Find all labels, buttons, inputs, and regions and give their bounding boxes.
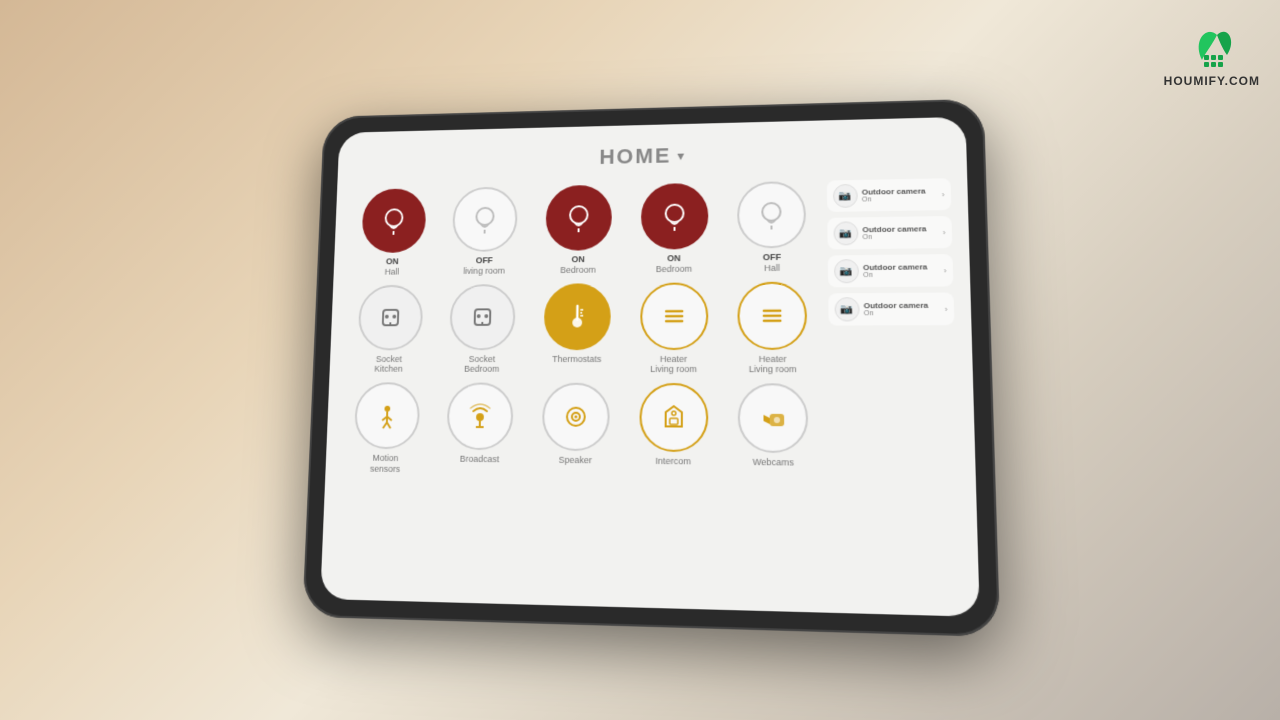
socket-kitchen-icon	[357, 284, 423, 350]
light-bedroom-on2-icon	[640, 183, 707, 250]
light-hall-off-label: OFFHall	[763, 252, 781, 274]
main-content: ONHall OFFliving room	[336, 178, 962, 599]
logo-text: HOUMIFY.COM	[1164, 74, 1260, 88]
webcams-icon	[738, 383, 809, 453]
intercom-icon	[639, 383, 708, 452]
broadcast-icon	[447, 383, 514, 451]
tablet-wrapper: HOME ▾ ONHall	[302, 99, 1000, 637]
camera-text-4: Outdoor camera On	[864, 301, 929, 318]
light-bedroom-on1-icon	[545, 185, 612, 251]
camera-info-1: 📷 Outdoor camera On	[833, 183, 926, 208]
device-heater-living1[interactable]: HeaterLiving room	[627, 282, 721, 375]
camera-text-2: Outdoor camera On	[862, 224, 926, 241]
socket-kitchen-label: SocketKitchen	[374, 354, 403, 375]
device-light-bedroom-on1[interactable]: ONBedroom	[533, 184, 625, 275]
speaker-icon	[542, 383, 610, 452]
device-thermostats[interactable]: Thermostats	[531, 283, 624, 375]
thermostats-icon	[544, 283, 611, 350]
light-bedroom-on2-label: ONBedroom	[656, 253, 692, 275]
home-title: HOME	[599, 143, 671, 169]
device-webcams[interactable]: Webcams	[725, 383, 822, 480]
device-speaker[interactable]: Speaker	[529, 383, 623, 478]
camera-name-4: Outdoor camera	[864, 301, 929, 310]
camera-status-2: On	[862, 233, 926, 241]
heater-living1-label: HeaterLiving room	[650, 354, 697, 376]
camera-small-icon-4: 📷	[835, 297, 860, 321]
light-bedroom-on1-label: ONBedroom	[560, 254, 596, 275]
socket-bedroom-icon	[449, 284, 516, 350]
tablet: HOME ▾ ONHall	[302, 99, 1000, 637]
heater-living2-label: HeaterLiving room	[749, 354, 797, 376]
camera-sidebar: 📷 Outdoor camera On › 📷 Outdoor	[827, 178, 962, 599]
device-light-bedroom-on2[interactable]: ONBedroom	[628, 183, 721, 275]
speaker-label: Speaker	[559, 455, 592, 466]
camera-status-1: On	[862, 195, 926, 203]
camera-item-3[interactable]: 📷 Outdoor camera On ›	[828, 254, 954, 287]
camera-small-icon-2: 📷	[833, 221, 858, 245]
logo-icon	[1182, 20, 1242, 70]
houmify-logo: HOUMIFY.COM	[1164, 20, 1260, 88]
device-broadcast[interactable]: Broadcast	[434, 383, 527, 477]
home-header[interactable]: HOME ▾	[599, 143, 684, 170]
camera-arrow-4: ›	[945, 304, 948, 313]
socket-bedroom-label: SocketBedroom	[464, 354, 500, 375]
intercom-label: Intercom	[655, 456, 691, 467]
heater-living2-icon	[738, 281, 808, 349]
camera-text-3: Outdoor camera On	[863, 262, 928, 279]
device-light-hall-off[interactable]: OFFHall	[725, 181, 820, 274]
camera-info-2: 📷 Outdoor camera On	[833, 220, 926, 245]
device-motion-sensors[interactable]: Motionsensors	[340, 382, 432, 475]
motion-sensors-icon	[354, 382, 421, 449]
motion-sensors-label: Motionsensors	[370, 453, 401, 475]
device-socket-bedroom[interactable]: SocketBedroom	[437, 283, 529, 374]
camera-status-4: On	[864, 310, 929, 317]
camera-status-3: On	[863, 271, 928, 279]
camera-small-icon-1: 📷	[833, 184, 858, 208]
light-hall-off-icon	[737, 181, 806, 249]
camera-arrow-2: ›	[943, 228, 946, 237]
device-socket-kitchen[interactable]: SocketKitchen	[344, 284, 435, 375]
logo-svg	[1182, 20, 1242, 70]
chevron-down-icon: ▾	[677, 147, 684, 163]
camera-info-4: 📷 Outdoor camera On	[835, 297, 929, 322]
heater-living1-icon	[640, 282, 708, 350]
thermostats-label: Thermostats	[552, 354, 601, 365]
camera-arrow-1: ›	[942, 190, 945, 199]
camera-item-2[interactable]: 📷 Outdoor camera On ›	[827, 216, 952, 250]
tablet-screen: HOME ▾ ONHall	[320, 117, 980, 617]
webcams-label: Webcams	[753, 457, 794, 469]
broadcast-label: Broadcast	[460, 454, 500, 465]
light-living-off-icon	[452, 186, 518, 252]
light-living-off-label: OFFliving room	[463, 255, 505, 276]
device-grid: ONHall OFFliving room	[336, 181, 824, 596]
light-hall-on-label: ONHall	[385, 256, 400, 277]
camera-arrow-3: ›	[944, 266, 947, 275]
device-intercom[interactable]: Intercom	[626, 383, 721, 479]
device-light-living-off[interactable]: OFFliving room	[439, 186, 530, 276]
device-heater-living2[interactable]: HeaterLiving room	[725, 281, 821, 375]
device-light-hall-on[interactable]: ONHall	[348, 188, 438, 277]
camera-small-icon-3: 📷	[834, 259, 859, 283]
camera-item-4[interactable]: 📷 Outdoor camera On ›	[828, 292, 954, 325]
camera-text-1: Outdoor camera On	[862, 187, 926, 204]
light-hall-on-icon	[361, 188, 426, 253]
camera-item-1[interactable]: 📷 Outdoor camera On ›	[827, 178, 952, 212]
camera-info-3: 📷 Outdoor camera On	[834, 258, 928, 283]
